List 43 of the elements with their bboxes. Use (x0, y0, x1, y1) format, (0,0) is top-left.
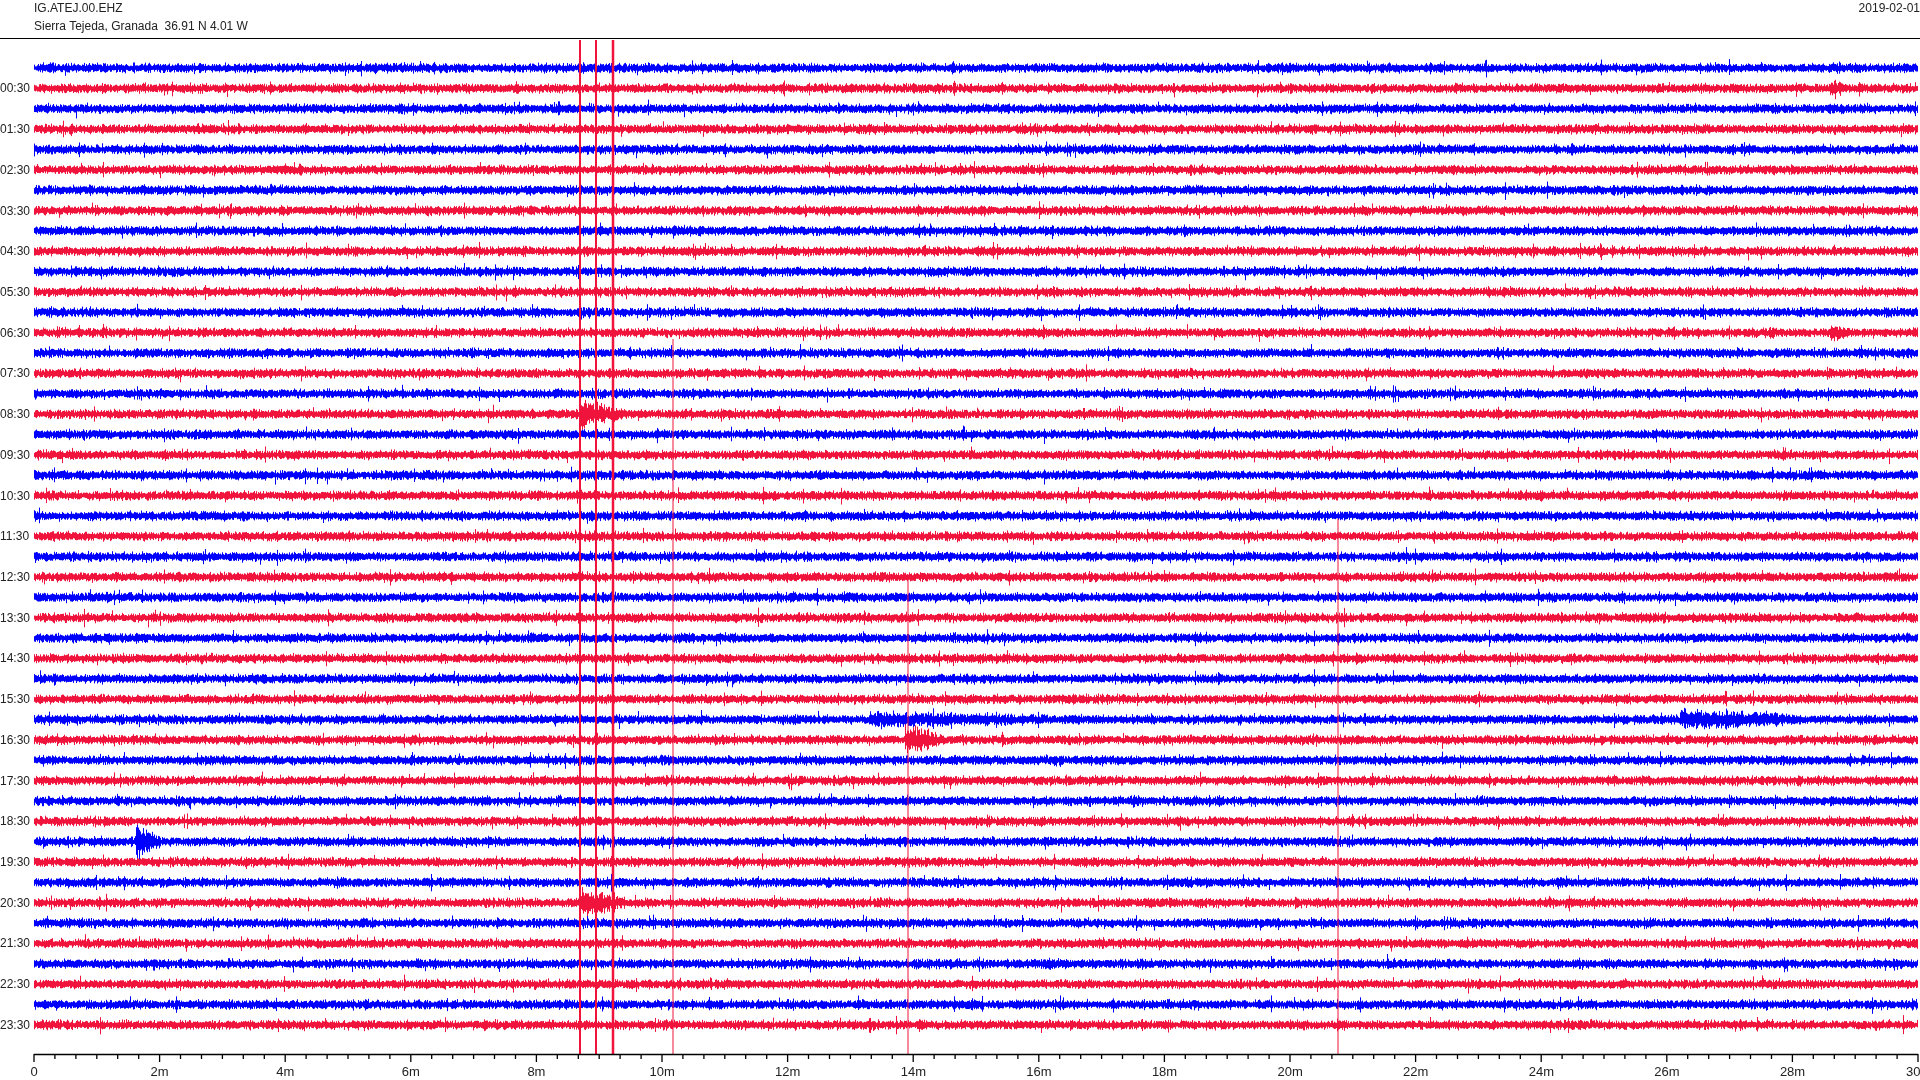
time-label: 22:30 (0, 977, 31, 992)
tick-label: 24m (1528, 1064, 1554, 1079)
time-label: 08:30 (0, 407, 31, 422)
time-label: 05:30 (0, 284, 31, 299)
station-location: Sierra Tejeda, Granada 36.91 N 4.01 W (34, 20, 248, 32)
time-label: 16:30 (0, 732, 31, 747)
time-label: 06:30 (0, 325, 31, 340)
tick-label: 26m (1654, 1064, 1680, 1079)
time-label: 18:30 (0, 814, 31, 829)
tick-label: 16m (1026, 1064, 1052, 1079)
time-label: 23:30 (0, 1017, 31, 1032)
time-label: 11:30 (0, 529, 30, 544)
tick-label: 8m (527, 1064, 546, 1079)
time-label: 09:30 (0, 447, 31, 462)
tick-label: 14m (900, 1064, 926, 1079)
time-label: 10:30 (0, 488, 31, 503)
time-label: 21:30 (0, 936, 31, 951)
time-label: 19:30 (0, 855, 31, 870)
station-code: IG.ATEJ.00.EHZ (34, 2, 123, 14)
tick-label: 0 (30, 1064, 38, 1079)
tick-label: 6m (401, 1064, 420, 1079)
time-label: 04:30 (0, 244, 31, 259)
time-label: 03:30 (0, 203, 31, 218)
tick-label: 18m (1151, 1064, 1178, 1079)
time-label: 14:30 (0, 651, 31, 666)
tick-label: 28m (1779, 1064, 1806, 1079)
tick-label: 20m (1277, 1064, 1303, 1079)
date-label: 2019-02-01 (1858, 2, 1920, 14)
tick-label: 4m (276, 1064, 295, 1079)
tick-label: 2m (150, 1064, 169, 1079)
tick-label: 10m (649, 1064, 675, 1079)
time-label: 20:30 (0, 895, 31, 910)
tick-label: 30 (1906, 1064, 1920, 1079)
time-label: 02:30 (0, 162, 31, 177)
time-label: 15:30 (0, 692, 31, 707)
time-label: 13:30 (0, 610, 31, 625)
time-label: 17:30 (0, 773, 31, 788)
time-label: 07:30 (0, 366, 31, 381)
tick-label: 22m (1403, 1064, 1429, 1079)
time-label: 00:30 (0, 81, 31, 96)
tick-label: 12m (775, 1064, 801, 1079)
time-label: 12:30 (0, 570, 31, 584)
time-label: 01:30 (0, 122, 31, 137)
